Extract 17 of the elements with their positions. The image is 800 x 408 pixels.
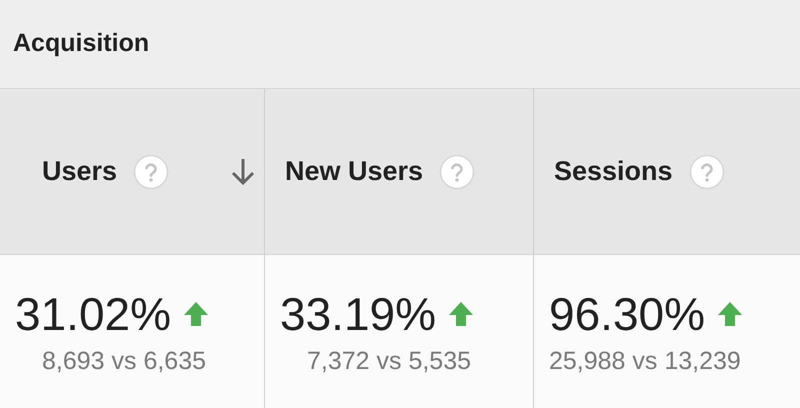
- column-header[interactable]: Sessions: [534, 89, 800, 255]
- help-icon[interactable]: [133, 154, 170, 190]
- section-title: Acquisition: [13, 28, 150, 60]
- column-label: Users: [42, 155, 118, 188]
- column-label: New Users: [285, 155, 424, 188]
- comparison-text: 25,988 vs 13,239: [549, 346, 742, 377]
- column-header[interactable]: New Users: [265, 89, 533, 255]
- help-icon[interactable]: [439, 154, 476, 190]
- column-header[interactable]: Users: [0, 89, 264, 255]
- comparison-text: 8,693 vs 6,635: [42, 346, 208, 377]
- comparison-text: 7,372 vs 5,535: [307, 346, 472, 377]
- percent-change: 31.02%: [15, 291, 172, 337]
- help-icon[interactable]: [688, 154, 725, 190]
- sort-arrow-icon[interactable]: [230, 156, 256, 186]
- column-label: Sessions: [554, 155, 673, 188]
- percent-change: 33.19%: [280, 291, 436, 337]
- percent-change: 96.30%: [549, 291, 706, 337]
